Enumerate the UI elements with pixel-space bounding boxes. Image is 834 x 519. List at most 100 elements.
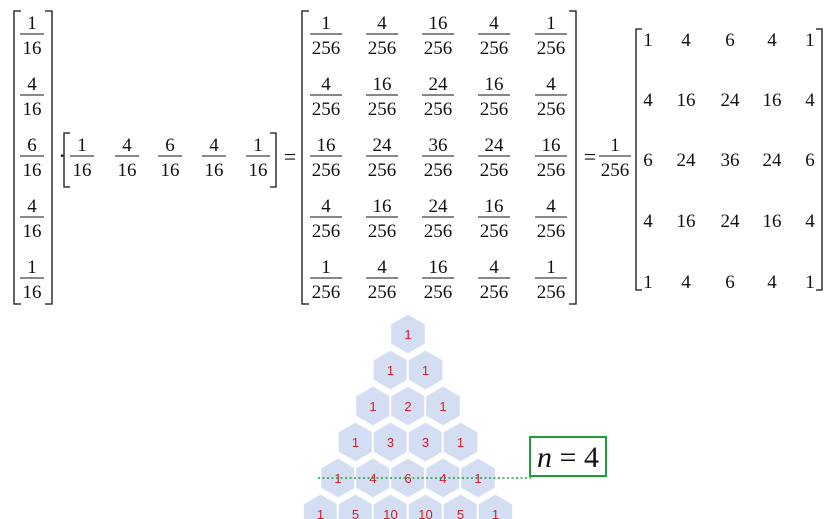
pascal-number: 1 — [369, 399, 376, 414]
column-vector-entry: 116 — [20, 13, 44, 59]
product-matrix-entry: 4256 — [310, 196, 342, 242]
n-label-box: n = 4 — [529, 436, 607, 477]
product-matrix-entry: 1256 — [310, 13, 342, 59]
denominator: 16 — [23, 99, 42, 120]
denominator: 256 — [368, 38, 397, 59]
product-matrix-entry: 16256 — [366, 196, 398, 242]
numerator: 16 — [429, 257, 448, 278]
integer-matrix-entry: 4 — [643, 90, 653, 111]
denominator: 16 — [23, 221, 42, 242]
right-bracket — [45, 10, 53, 305]
column-vector-entry: 416 — [20, 74, 44, 120]
numerator: 4 — [321, 196, 331, 217]
product-matrix-entry: 4256 — [310, 74, 342, 120]
integer-matrix-entry: 4 — [805, 90, 815, 111]
denominator: 256 — [312, 282, 341, 303]
pascal-number: 1 — [439, 399, 446, 414]
integer-matrix-entry: 1 — [805, 30, 815, 51]
denominator: 16 — [73, 160, 92, 181]
numerator: 36 — [429, 135, 448, 156]
pascal-cell: 1 — [371, 348, 410, 392]
denominator: 256 — [312, 38, 341, 59]
product-matrix-entry: 16256 — [366, 74, 398, 120]
numerator: 16 — [373, 74, 392, 95]
numerator: 4 — [209, 135, 219, 156]
integer-matrix-entry: 36 — [721, 150, 740, 171]
product-matrix-entry: 24256 — [366, 135, 398, 181]
product-matrix-entry: 16256 — [478, 74, 510, 120]
denominator: 256 — [424, 282, 453, 303]
product-matrix-entry: 4256 — [535, 196, 567, 242]
denominator: 256 — [424, 221, 453, 242]
denominator: 16 — [161, 160, 180, 181]
hexagon-grid: 11112113311464115101051 — [301, 312, 515, 519]
pascal-number: 1 — [492, 507, 499, 519]
denominator: 256 — [480, 38, 509, 59]
column-vector-entry: 616 — [20, 135, 44, 181]
integer-matrix-entry: 16 — [677, 90, 696, 111]
pascal-cell: 1 — [354, 384, 392, 428]
integer-matrix-entry: 6 — [725, 272, 735, 293]
product-matrix-entry: 16256 — [535, 135, 567, 181]
integer-matrix-entry: 4 — [767, 30, 777, 51]
integer-matrix: 1 4 6 4 1 4 16 24 16 4 6 24 36 24 6 4 16 24 16 4 1 4 6 4 1 — [635, 28, 823, 293]
product-matrix-entry: 16256 — [422, 13, 454, 59]
numerator: 16 — [429, 13, 448, 34]
row-vector: 116416616416116 — [63, 132, 277, 188]
pascal-number: 1 — [352, 435, 359, 450]
integer-matrix-entry: 1 — [643, 30, 653, 51]
denominator: 16 — [23, 282, 42, 303]
pascal-cell: 1 — [301, 492, 340, 519]
integer-matrix-entry: 4 — [681, 272, 691, 293]
denominator: 256 — [537, 160, 566, 181]
denominator: 256 — [424, 38, 453, 59]
product-matrix-entry: 1256 — [310, 257, 342, 303]
product-matrix-entry: 1256 — [535, 13, 567, 59]
integer-matrix-entry: 24 — [721, 90, 741, 111]
pascal-number: 3 — [422, 435, 429, 450]
denominator: 256 — [368, 282, 397, 303]
denominator: 256 — [368, 99, 397, 120]
numerator: 4 — [27, 74, 37, 95]
integer-matrix-entry: 6 — [805, 150, 815, 171]
denominator: 256 — [480, 282, 509, 303]
right-bracket — [569, 10, 577, 305]
integer-matrix-entry: 1 — [643, 272, 653, 293]
pascal-cell: 1 — [476, 492, 515, 519]
pascal-cell: 1 — [389, 312, 427, 356]
pascal-number: 10 — [418, 507, 432, 519]
numerator: 16 — [485, 196, 504, 217]
numerator: 4 — [27, 196, 37, 217]
integer-matrix-entry: 1 — [805, 272, 815, 293]
product-matrix-entry: 4256 — [366, 13, 398, 59]
integer-matrix-entry: 4 — [643, 211, 653, 232]
row-vector-entry: 616 — [158, 135, 182, 181]
equation: 116416616416116· 116416616416116=12564256… — [13, 10, 823, 305]
numerator: 24 — [429, 74, 449, 95]
scalar-fraction: 1256 — [599, 135, 631, 181]
denominator: 256 — [424, 99, 453, 120]
denominator: 256 — [537, 221, 566, 242]
pascal-number: 1 — [457, 435, 464, 450]
pascal-number: 1 — [422, 363, 429, 378]
denominator: 256 — [537, 99, 566, 120]
numerator: 24 — [373, 135, 393, 156]
numerator: 1 — [546, 257, 556, 278]
integer-matrix-entry: 4 — [805, 211, 815, 232]
pascal-cell: 1 — [424, 384, 462, 428]
numerator: 4 — [546, 74, 556, 95]
denominator: 256 — [424, 160, 453, 181]
product-matrix-entry: 16256 — [422, 257, 454, 303]
product-matrix-entry: 16256 — [478, 196, 510, 242]
column-vector-entry: 416 — [20, 196, 44, 242]
n-variable: n — [537, 441, 552, 474]
denominator: 256 — [601, 160, 630, 181]
numerator: 4 — [122, 135, 132, 156]
integer-matrix-entry: 16 — [677, 211, 696, 232]
pascal-cell: 3 — [406, 420, 445, 464]
n-label: n = 4 — [537, 441, 599, 474]
pascal-number: 5 — [352, 507, 359, 519]
pascal-number: 3 — [387, 435, 394, 450]
pascal-cell: 1 — [406, 348, 445, 392]
product-matrix-entry: 36256 — [422, 135, 454, 181]
